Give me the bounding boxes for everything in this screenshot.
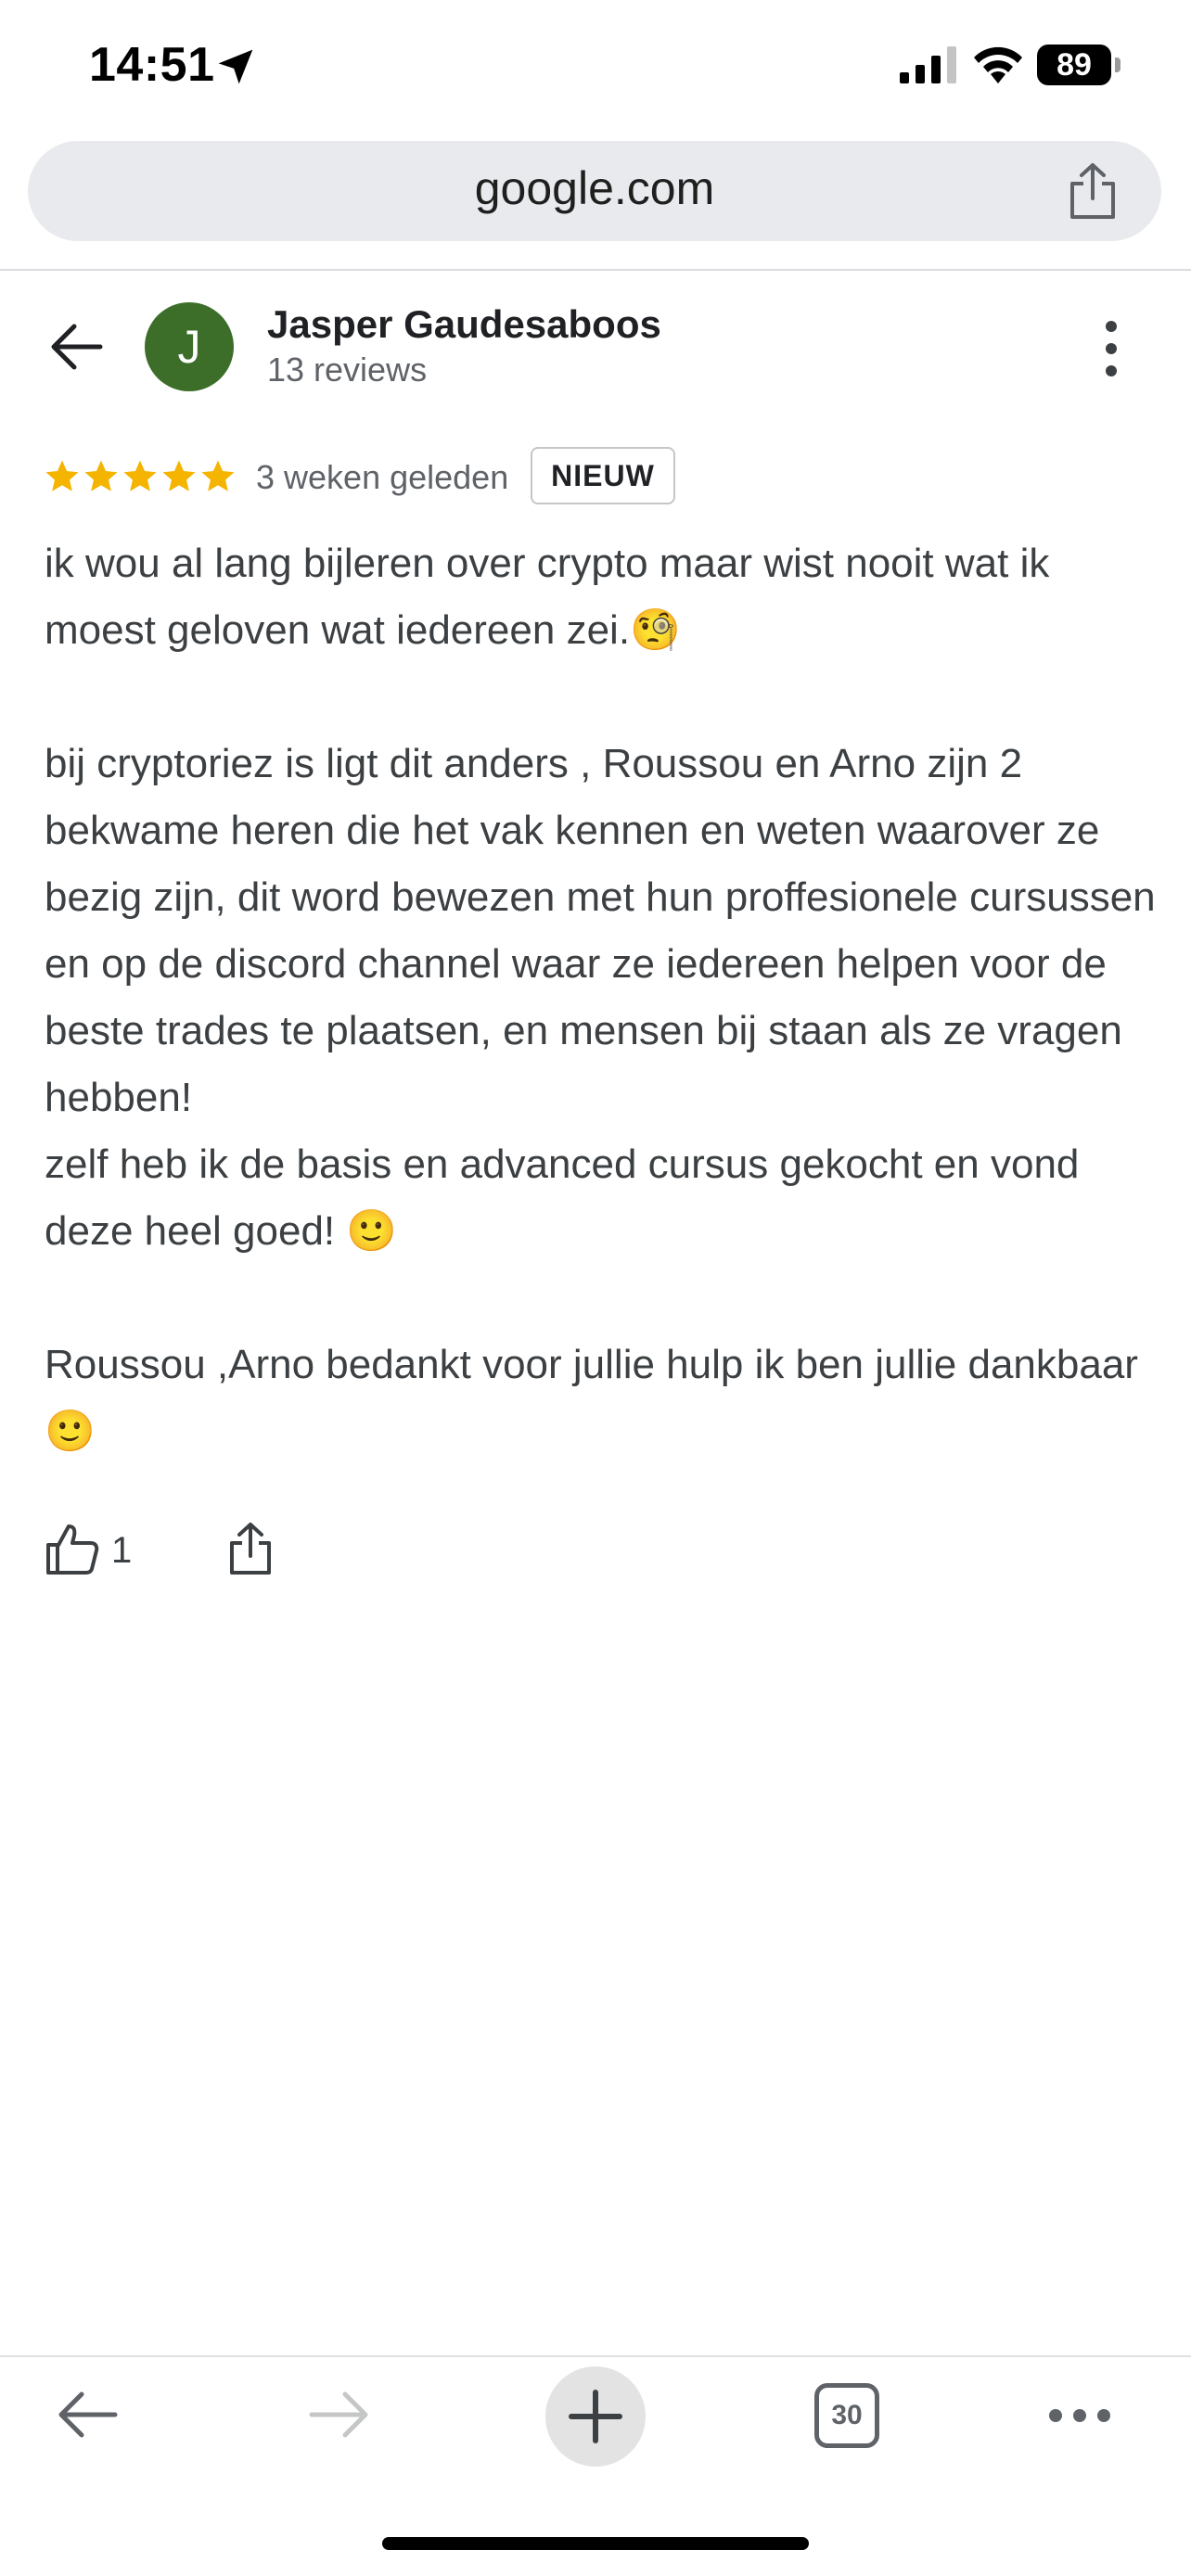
thumbs-up-icon[interactable]: [45, 1521, 100, 1576]
star-icon: [201, 460, 235, 491]
home-indicator[interactable]: [382, 2537, 809, 2550]
address-bar[interactable]: google.com: [28, 141, 1161, 241]
location-arrow-icon: [218, 49, 253, 84]
like-count: 1: [111, 1530, 133, 1571]
star-rating: [43, 456, 237, 497]
star-icon: [84, 460, 118, 491]
review-paragraph: ik wou al lang bijleren over crypto maar…: [45, 541, 1061, 653]
status-time: 14:51: [89, 38, 215, 92]
cellular-signal-icon: [900, 46, 956, 83]
share-review-icon[interactable]: [226, 1521, 275, 1576]
new-badge: NIEUW: [531, 447, 675, 504]
toolbar-divider: [0, 2355, 1191, 2357]
star-icon: [123, 460, 157, 491]
review-time: 3 weken geleden: [256, 458, 509, 496]
battery-indicator: 89: [1037, 45, 1111, 85]
browser-back-icon[interactable]: [54, 2385, 121, 2444]
new-tab-button[interactable]: [545, 2366, 646, 2467]
review-text: ik wou al lang bijleren over crypto maar…: [45, 530, 1158, 1465]
url-text[interactable]: google.com: [28, 161, 1161, 215]
status-bar: 14:51 89: [0, 0, 1191, 130]
more-menu-icon[interactable]: [1046, 2402, 1113, 2429]
review-paragraph: bij cryptoriez is ligt dit anders , Rous…: [45, 741, 1156, 1254]
tab-switcher-button[interactable]: 30: [814, 2383, 879, 2448]
more-options-icon[interactable]: [1100, 319, 1122, 378]
reviewer-name[interactable]: Jasper Gaudesaboos: [267, 302, 661, 347]
reviewer-review-count: 13 reviews: [267, 351, 428, 389]
plus-icon: [569, 2390, 622, 2443]
star-icon: [45, 460, 79, 491]
battery-tip: [1115, 57, 1121, 72]
share-icon[interactable]: [1065, 161, 1121, 221]
review-paragraph: Roussou ,Arno bedankt voor jullie hulp i…: [45, 1342, 1138, 1454]
wifi-icon: [974, 46, 1022, 83]
header-divider: [0, 269, 1191, 271]
star-icon: [162, 460, 196, 491]
browser-forward-icon[interactable]: [306, 2385, 373, 2444]
back-arrow-icon[interactable]: [48, 319, 106, 375]
avatar[interactable]: J: [145, 302, 234, 391]
